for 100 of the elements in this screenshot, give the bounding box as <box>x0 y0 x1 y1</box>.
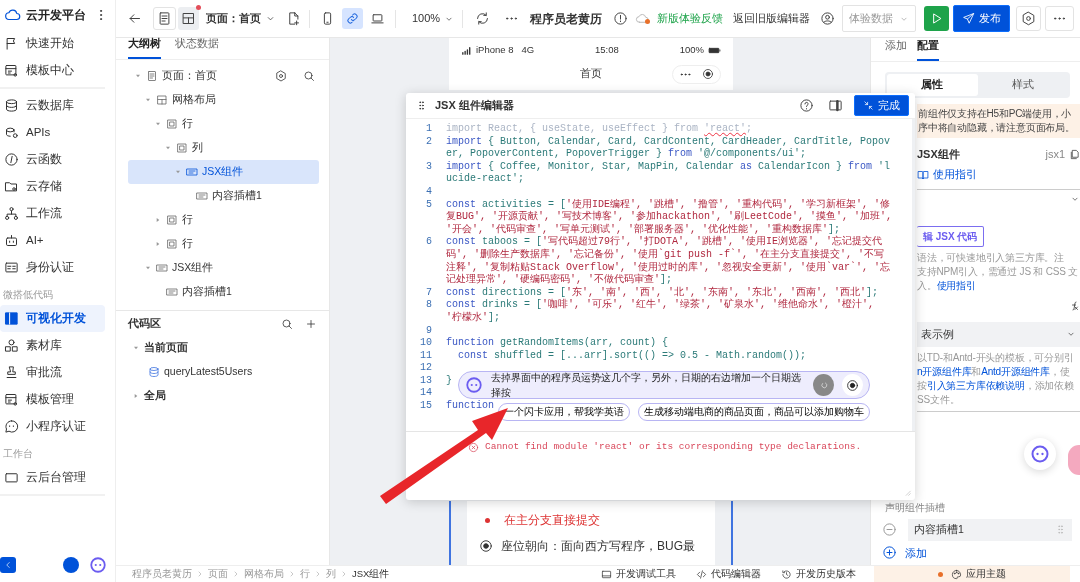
done-button[interactable]: 完成 <box>854 94 909 117</box>
tree-item[interactable]: 内容插槽1 <box>128 184 319 208</box>
code-text: const activities = ['使用IDE编程', '跳槽', '撸管', '重构代码', '学习新框架', '修复BUG', '开源贡献', '写技术博客', '参加hackathon', '刷LeetCode', '摸鱼', '加班', '开会', '代码审查', '写单元测试', '部署服务器', '优化性能', '重构数据库']; <box>446 198 894 235</box>
outline-tab[interactable]: 大纲树 <box>128 36 161 59</box>
carrier-text: iPhone 8 <box>476 43 514 57</box>
sidebar-item[interactable]: 模板管理 <box>0 386 105 413</box>
tree-label: 行 <box>182 212 193 228</box>
line-number: 2 <box>425 135 433 149</box>
add-slot-button[interactable]: 添加 <box>879 544 930 561</box>
ai-prompt-bar[interactable]: 去掉界面中的程序员运势这几个字，另外，日期的右边增加一个日期选择按 <box>458 371 870 399</box>
tree-item[interactable]: 页面：首页 <box>128 64 319 88</box>
sidebar-item[interactable]: AI+ <box>0 227 105 254</box>
tree-item[interactable]: JSX组件 <box>128 160 319 184</box>
section-title: 代码区 <box>128 316 161 332</box>
group-label: 当前页面 <box>144 340 188 356</box>
line-number: 11 <box>419 349 433 363</box>
sidebar-item[interactable]: 模板中心 <box>0 57 105 84</box>
code-text: const shuffled = [...arr].sort(() => 0.5 - Math.random()); <box>457 349 807 363</box>
direction-text: 座位朝向：面向西方写程序，BUG最 <box>501 538 695 555</box>
sidebar-item[interactable]: 身份认证 <box>0 254 105 281</box>
prompt-text: 去掉界面中的程序员运势这几个字，另外，日期的右边增加一个日期选择按 <box>491 371 802 400</box>
line-number: 3 <box>425 160 433 174</box>
error-message: Cannot find module 'react' or its corresponding type declarations. <box>485 440 862 454</box>
line-number: 12 <box>419 362 433 375</box>
line-number: 5 <box>425 198 433 212</box>
sidebar-item[interactable]: 审批流 <box>0 359 105 386</box>
tree-item[interactable]: 行 <box>128 112 319 136</box>
help-text: 以TD-和Antd-开头的模板，可分别引 n开源组件库和Antd开源组件库，使 按引入第三方库依赖说明，添加依赖 SS文件。 <box>917 351 1075 408</box>
line-number: 15 <box>419 400 433 413</box>
tree-item[interactable]: 行 <box>128 208 319 232</box>
help-link[interactable]: 引入第三方库依赖说明 <box>926 380 1025 392</box>
tree-label: 网格布局 <box>172 92 216 108</box>
help-link[interactable]: Antd开源组件库 <box>981 366 1050 378</box>
tree-item[interactable]: 行 <box>128 232 319 256</box>
query-label: queryLatest5Users <box>164 364 253 380</box>
notice-text: 前组件仅支持在H5和PC端使用，小 序中将自动隐藏，请注意页面布局。 <box>917 103 1080 138</box>
tree-label: 内容插槽1 <box>182 284 232 300</box>
footer-tool[interactable]: 开发历史版本 <box>773 566 864 582</box>
line-number: 9 <box>425 324 433 338</box>
tree-label: JSX组件 <box>172 260 214 276</box>
suggestion-chip[interactable]: 生成移动端电商的商品页面，商品可以添加购物车 <box>638 403 870 422</box>
sidebar-item[interactable]: APIs <box>0 119 105 146</box>
segment-tab[interactable]: 样式 <box>977 74 1068 96</box>
network-text: 4G <box>521 43 535 57</box>
page-select[interactable]: 页面：首页 <box>203 10 279 27</box>
theme-button[interactable]: 应用主题 <box>874 565 1070 582</box>
tree-item[interactable]: 内容插槽1 <box>128 280 319 304</box>
tree-item[interactable]: JSX组件 <box>128 256 319 280</box>
sidebar-item[interactable]: 云后台管理 <box>0 464 105 491</box>
segment-tab[interactable]: 属性 <box>887 74 978 96</box>
outline-tab[interactable]: 状态数据 <box>175 36 219 59</box>
brand-name: 云开发平台 <box>26 7 86 24</box>
code-text: const taboos = ['写代码超过79行', '打DOTA', '跳槽', '使用IE浏览器', '忘记提交代码', '删除生产数据库', '忘记备份', '使用`git push -f`', '在主分支直接提交', '不写注释', '复制粘贴Stack Overflow', '使用过时的库', '忽视安全更新', '使用`var`', '忘记处理异常', '硬编码密码', '不做代码审查']; <box>446 236 892 286</box>
sidebar-item[interactable]: 工作流 <box>0 200 105 227</box>
slot-field[interactable]: 内容插槽1 <box>908 518 1072 541</box>
code-group[interactable]: 当前页面 <box>128 336 319 360</box>
guide-link[interactable]: 使用指引 <box>917 166 977 183</box>
line-number: 7 <box>425 286 433 300</box>
feedback-link[interactable]: 新版体验反馈 <box>654 10 727 27</box>
footer-tool[interactable]: 开发调试工具 <box>593 566 684 582</box>
component-name: JSX组件 <box>917 146 960 162</box>
query-item[interactable]: queryLatest5Users <box>128 360 319 384</box>
line-number: 14 <box>419 387 433 401</box>
app-title: 程序员老黄历 <box>530 10 603 28</box>
section-title: 工作台 <box>2 447 34 461</box>
footer-tool[interactable]: 代码编辑器 <box>688 566 769 582</box>
tree-label: 行 <box>182 116 193 132</box>
help-link[interactable]: n开源组件库 <box>917 366 972 378</box>
taboo-text: 在主分支直接提交 <box>504 512 600 529</box>
battery-text: 100% <box>679 43 704 57</box>
legacy-editor-link[interactable]: 返回旧版编辑器 <box>730 10 814 27</box>
sidebar-item[interactable]: 可视化开发 <box>0 305 105 332</box>
code-text: function <box>446 400 494 413</box>
sidebar-item[interactable]: 云函数 <box>0 146 105 173</box>
sidebar-item[interactable]: 素材库 <box>0 332 105 359</box>
tree-label: 内容插槽1 <box>212 188 262 204</box>
component-id: jsx1 <box>1045 146 1065 162</box>
panel-tab[interactable]: 配置 <box>917 38 939 61</box>
sidebar-item[interactable]: 快速开始 <box>0 30 105 57</box>
tree-label: JSX组件 <box>202 164 244 180</box>
breadcrumb-link[interactable]: JSX组件 <box>352 566 390 582</box>
template-select[interactable]: 表示例 <box>917 321 1080 348</box>
code-text: import { Button, Calendar, Card, CardContent, CardHeader, CardTitle, Popover, PopoverContent, PopoverTrigger } from '@/components/ui'; <box>446 135 892 161</box>
sidebar-item[interactable]: 云数据库 <box>0 92 105 119</box>
line-number: 10 <box>419 337 433 350</box>
code-text: } <box>446 374 452 388</box>
line-number: 4 <box>425 185 433 199</box>
help-link[interactable]: 使用指引 <box>936 280 976 291</box>
tree-item[interactable]: 网格布局 <box>128 88 319 112</box>
line-number: 6 <box>425 236 433 250</box>
panel-tab[interactable]: 添加 <box>885 38 907 61</box>
code-group[interactable]: 全局 <box>128 384 319 408</box>
sidebar-item[interactable]: 云存储 <box>0 173 105 200</box>
edit-code-button[interactable]: 辑 JSX 代码 <box>917 226 985 247</box>
tree-item[interactable]: 列 <box>128 136 319 160</box>
zoom-select[interactable]: 100% <box>409 10 458 27</box>
line-number: 13 <box>419 374 433 388</box>
code-text: const drinks = ['咖啡', '可乐', '红牛', '绿茶', '矿泉水', '维他命水', '橙汁', '柠檬水']; <box>446 299 876 325</box>
sidebar-item[interactable]: 小程序认证 <box>0 413 105 440</box>
publish-button[interactable]: 发布 <box>953 5 1011 32</box>
